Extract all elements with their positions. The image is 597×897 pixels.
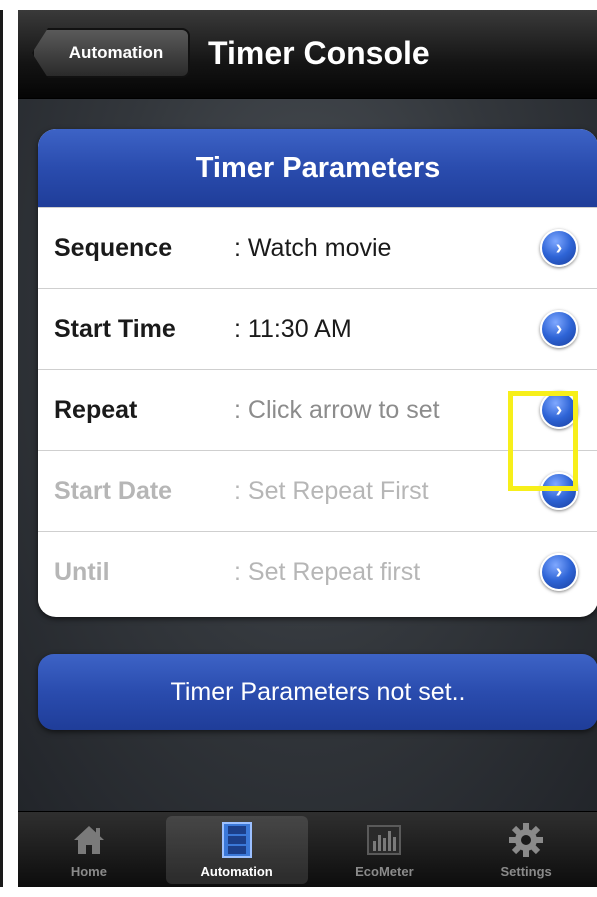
- page-title: Timer Console: [208, 35, 430, 71]
- repeat-value: : Click arrow to set: [234, 395, 440, 424]
- bar-chart-icon: [366, 822, 402, 858]
- row-sequence[interactable]: Sequence : Watch movie ›: [38, 207, 597, 288]
- row-start-date[interactable]: Start Date : Set Repeat First ›: [38, 450, 597, 531]
- tab-ecometer[interactable]: EcoMeter: [314, 812, 456, 887]
- start-date-label: Start Date: [54, 476, 173, 505]
- disclosure-arrow-icon[interactable]: ›: [540, 472, 578, 510]
- start-date-value: : Set Repeat First: [234, 476, 429, 505]
- tab-ecometer-label: EcoMeter: [355, 864, 414, 879]
- status-button[interactable]: Timer Parameters not set..: [38, 654, 597, 730]
- row-until[interactable]: Until : Set Repeat first ›: [38, 531, 597, 612]
- repeat-label: Repeat: [54, 395, 138, 424]
- film-icon: [219, 822, 255, 858]
- tab-bar: Home Automation EcoMeter Settings: [18, 811, 597, 887]
- tab-settings-label: Settings: [500, 864, 552, 879]
- start-time-label: Start Time: [54, 314, 176, 343]
- gear-icon: [508, 822, 544, 858]
- row-repeat[interactable]: Repeat : Click arrow to set ›: [38, 369, 597, 450]
- timer-parameters-card: Timer Parameters Sequence : Watch movie …: [38, 129, 597, 617]
- tab-automation[interactable]: Automation: [165, 816, 308, 884]
- until-value: : Set Repeat first: [234, 557, 421, 586]
- card-header: Timer Parameters: [38, 129, 597, 207]
- back-button[interactable]: Automation: [32, 28, 190, 78]
- disclosure-arrow-icon[interactable]: ›: [540, 391, 578, 429]
- disclosure-arrow-icon[interactable]: ›: [540, 310, 578, 348]
- navigation-bar: Automation Timer Console: [18, 10, 597, 99]
- tab-home[interactable]: Home: [18, 812, 160, 887]
- row-start-time[interactable]: Start Time : 11:30 AM ›: [38, 288, 597, 369]
- phone-screen: Automation Timer Console Timer Parameter…: [18, 10, 597, 887]
- sequence-label: Sequence: [54, 233, 173, 262]
- disclosure-arrow-icon[interactable]: ›: [540, 229, 578, 267]
- tab-home-label: Home: [70, 864, 107, 879]
- tab-settings[interactable]: Settings: [455, 812, 597, 887]
- main-content: Timer Parameters Sequence : Watch movie …: [18, 99, 597, 811]
- until-label: Until: [54, 557, 110, 586]
- house-icon: [71, 822, 107, 858]
- start-time-value: : 11:30 AM: [234, 314, 352, 343]
- left-frame-line: [0, 10, 3, 887]
- tab-automation-label: Automation: [200, 864, 273, 879]
- disclosure-arrow-icon[interactable]: ›: [540, 553, 578, 591]
- sequence-value: : Watch movie: [234, 233, 392, 262]
